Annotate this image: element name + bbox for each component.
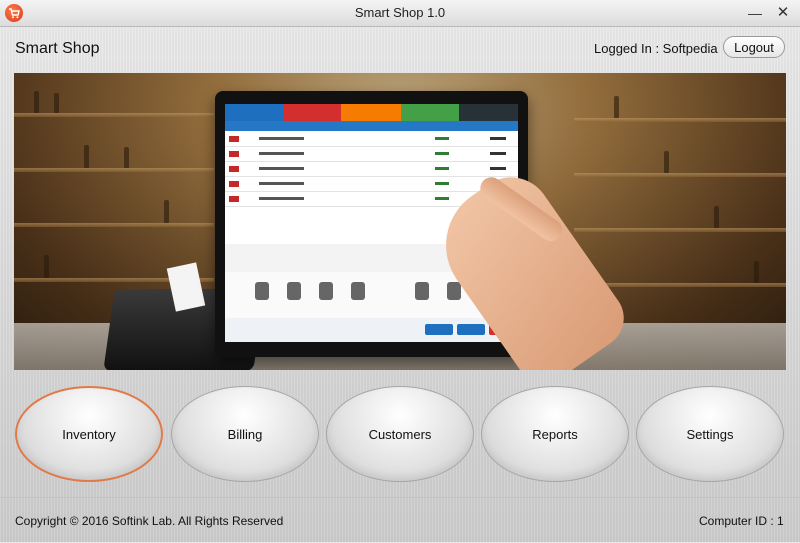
- nav-reports-button[interactable]: Reports: [481, 386, 629, 482]
- status-footer: Copyright © 2016 Softink Lab. All Rights…: [0, 497, 800, 543]
- title-bar: Smart Shop 1.0 — ✕: [0, 0, 800, 27]
- close-button[interactable]: ✕: [772, 3, 794, 23]
- banner-image: [14, 73, 786, 370]
- app-header: Smart Shop Logged In : Softpedia Logout: [0, 27, 800, 71]
- nav-billing-button[interactable]: Billing: [171, 386, 319, 482]
- nav-customers-button[interactable]: Customers: [326, 386, 474, 482]
- nav-settings-button[interactable]: Settings: [636, 386, 784, 482]
- logout-button[interactable]: Logout: [723, 36, 785, 58]
- nav-inventory-button[interactable]: Inventory: [15, 386, 163, 482]
- logged-in-status: Logged In : Softpedia: [594, 41, 718, 56]
- computer-id: Computer ID : 1: [699, 514, 784, 528]
- window-title: Smart Shop 1.0: [354, 5, 446, 20]
- app-name: Smart Shop: [15, 40, 100, 57]
- main-navigation: Inventory Billing Customers Reports Sett…: [0, 380, 800, 490]
- copyright-text: Copyright © 2016 Softink Lab. All Rights…: [15, 514, 284, 528]
- minimize-button[interactable]: —: [744, 3, 766, 23]
